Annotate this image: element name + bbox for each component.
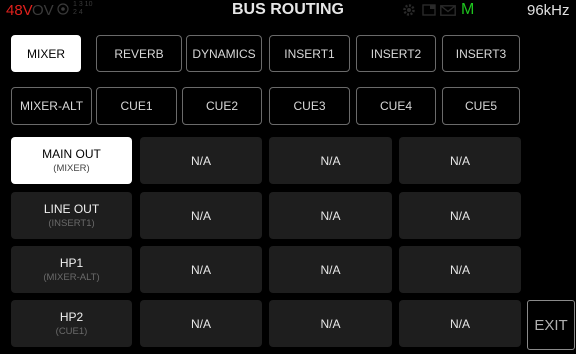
tab-dynamics[interactable]: DYNAMICS — [186, 35, 262, 72]
output-source: (INSERT1) — [48, 217, 95, 229]
route-cell[interactable]: N/A — [399, 137, 521, 184]
output-main-out[interactable]: MAIN OUT (MIXER) — [11, 137, 132, 184]
output-line-out[interactable]: LINE OUT (INSERT1) — [11, 192, 132, 239]
tab-cue5[interactable]: CUE5 — [442, 87, 520, 125]
route-cell[interactable]: N/A — [269, 246, 392, 293]
tab-insert1[interactable]: INSERT1 — [269, 35, 350, 72]
tab-mixer-alt[interactable]: MIXER-ALT — [11, 87, 92, 125]
output-source: (MIXER-ALT) — [43, 271, 100, 283]
route-cell[interactable]: N/A — [140, 246, 262, 293]
tab-insert3[interactable]: INSERT3 — [442, 35, 520, 72]
route-cell[interactable]: N/A — [399, 246, 521, 293]
storage-icon — [422, 4, 436, 16]
output-source: (CUE1) — [55, 325, 88, 337]
tab-cue4[interactable]: CUE4 — [356, 87, 436, 125]
tab-cue3[interactable]: CUE3 — [269, 87, 350, 125]
mail-icon — [440, 5, 456, 16]
route-cell[interactable]: N/A — [269, 192, 392, 239]
status-bar: 48V OV 1 3 10 2 4 BUS ROUTING M 96kHz — [0, 0, 576, 22]
route-cell[interactable]: N/A — [140, 192, 262, 239]
exit-button[interactable]: EXIT — [527, 300, 575, 350]
tab-cue1[interactable]: CUE1 — [96, 87, 177, 125]
route-cell[interactable]: N/A — [269, 300, 392, 347]
route-cell[interactable]: N/A — [140, 137, 262, 184]
output-hp1[interactable]: HP1 (MIXER-ALT) — [11, 246, 132, 293]
tab-reverb[interactable]: REVERB — [96, 35, 182, 72]
mode-indicator: M — [461, 1, 475, 18]
sample-rate: 96kHz — [527, 2, 570, 19]
output-name: MAIN OUT — [42, 146, 101, 161]
tab-mixer[interactable]: MIXER — [11, 35, 81, 72]
output-name: LINE OUT — [43, 201, 100, 216]
output-source: (MIXER) — [53, 162, 90, 174]
tab-cue2[interactable]: CUE2 — [182, 87, 262, 125]
output-hp2[interactable]: HP2 (CUE1) — [11, 300, 132, 347]
route-cell[interactable]: N/A — [140, 300, 262, 347]
output-name: HP2 — [59, 309, 84, 324]
output-name: HP1 — [59, 255, 84, 270]
tab-insert2[interactable]: INSERT2 — [356, 35, 436, 72]
route-cell[interactable]: N/A — [269, 137, 392, 184]
page-title: BUS ROUTING — [232, 1, 344, 18]
route-cell[interactable]: N/A — [399, 300, 521, 347]
route-cell[interactable]: N/A — [399, 192, 521, 239]
gear-icon — [403, 4, 415, 16]
